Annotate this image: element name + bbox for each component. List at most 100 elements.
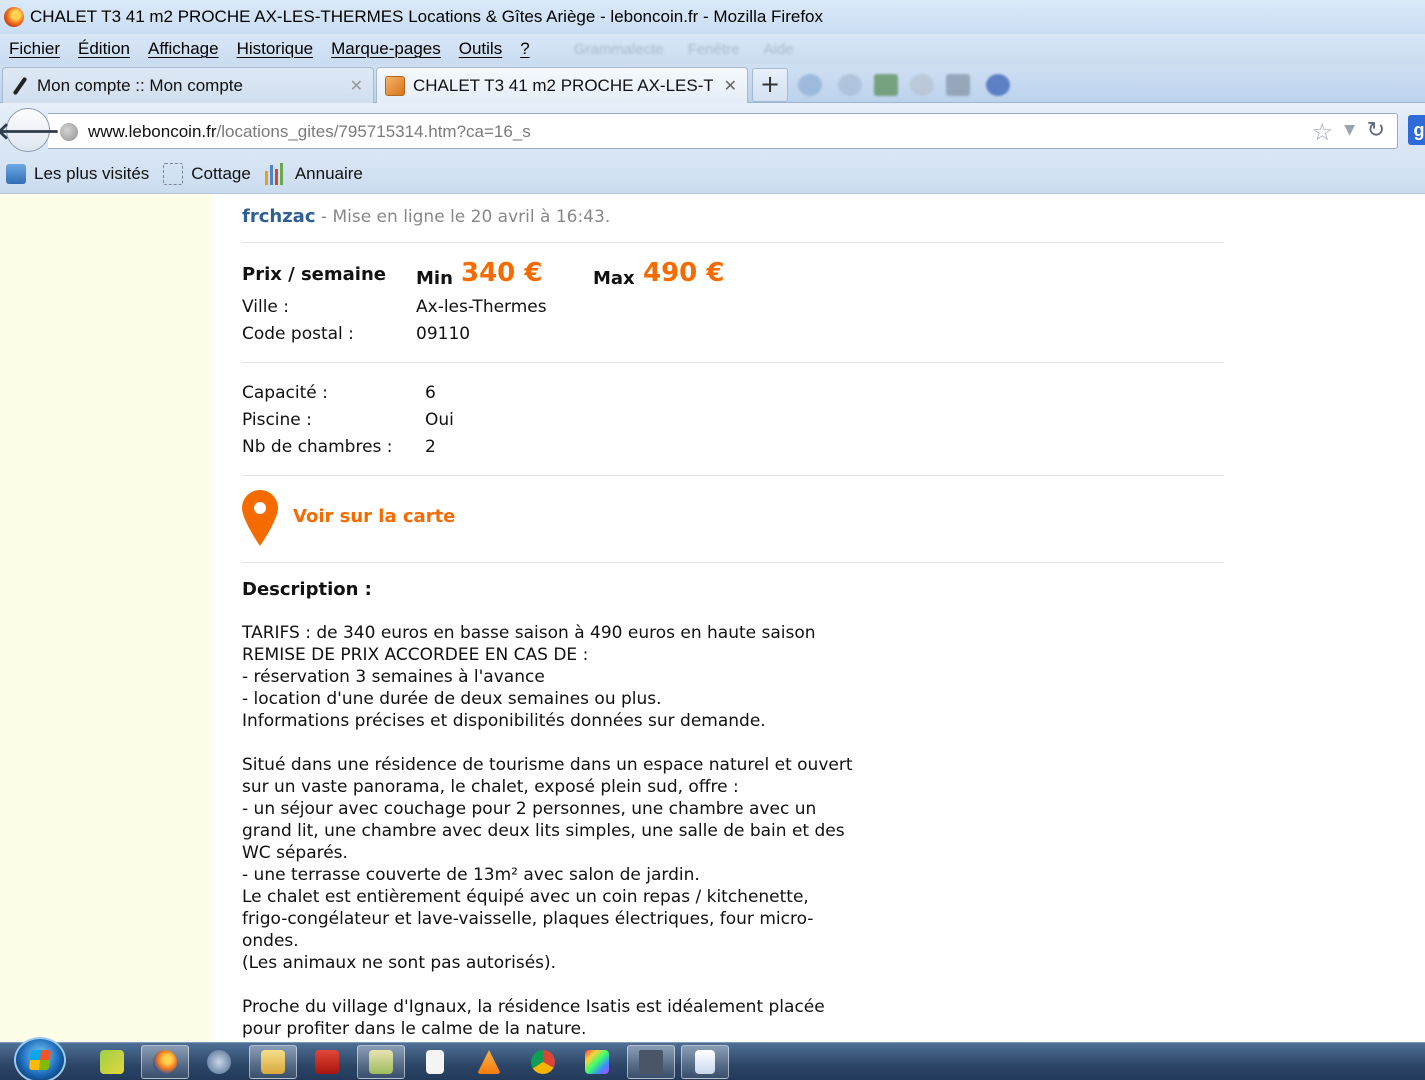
url-path: /locations_gites/795715314.htm?ca=16_s [216,122,531,141]
piscine-value: Oui [425,410,454,430]
color-tool-icon [585,1050,609,1074]
brush-extension-icon[interactable] [838,74,862,96]
description-line: frigo-congélateur et lave-vaisselle, pla… [242,909,814,929]
screen-extension-icon[interactable] [874,74,898,96]
url-bar[interactable]: www.leboncoin.fr/locations_gites/7957153… [48,113,1398,149]
globe-icon [60,123,78,141]
menu-faded-aide: Aide [763,40,794,58]
most-visited-icon [6,164,26,184]
taskbar-acrobat[interactable] [303,1045,351,1079]
description-line: Le chalet est entièrement équipé avec un… [242,887,809,907]
taskbar-document[interactable] [411,1045,459,1079]
description-body: TARIFS : de 340 euros en basse saison à … [242,622,902,1040]
chrome-icon [531,1050,555,1074]
map-pin-icon[interactable] [242,490,278,546]
taskbar-network-app[interactable] [88,1045,136,1079]
description-line: pour profiter dans le calme de la nature… [242,1019,587,1039]
url-domain: www.leboncoin.fr [88,122,217,141]
menu-historique[interactable]: Historique [237,39,314,59]
menu-outils[interactable]: Outils [459,39,502,59]
bookmarks-bar: Les plus visités Cottage Annuaire [0,155,1425,194]
capacite-label: Capacité : [242,383,328,403]
user-link[interactable]: frchzac [242,206,316,227]
capacite-value: 6 [425,383,436,403]
taskbar-contacts[interactable] [357,1045,405,1079]
chambres-label: Nb de chambres : [242,437,393,457]
bookmark-annuaire[interactable]: Annuaire [264,163,363,185]
close-icon[interactable]: ✕ [724,76,737,95]
description-line: TARIFS : de 340 euros en basse saison à … [242,623,816,643]
taskbar-color-tool[interactable] [573,1045,621,1079]
description-line: Informations précises et disponibilités … [242,711,766,731]
tab-bar: Mon compte :: Mon compte ✕ CHALET T3 41 … [0,64,1425,103]
menu-marque-pages[interactable]: Marque-pages [331,39,441,59]
view-map-link[interactable]: Voir sur la carte [293,506,455,527]
taskbar-explorer[interactable] [249,1045,297,1079]
bookmark-star-icon[interactable]: ☆ [1311,118,1333,146]
feather-icon [11,76,29,96]
tab-chalet[interactable]: CHALET T3 41 m2 PROCHE AX-LES-T... ✕ [376,67,748,103]
page-viewport: frchzac - Mise en ligne le 20 avril à 16… [0,194,1425,1042]
history-dropdown-icon[interactable]: ▼ [1344,122,1355,138]
description-line: REMISE DE PRIX ACCORDEE EN CAS DE : [242,645,589,665]
max-label: Max [593,268,635,289]
taskbar-twp[interactable] [627,1045,675,1079]
tab-label: CHALET T3 41 m2 PROCHE AX-LES-T... [413,75,713,95]
bookmark-label: Les plus visités [34,164,150,183]
taskbar-wordpad[interactable] [681,1045,729,1079]
tab-mon-compte[interactable]: Mon compte :: Mon compte ✕ [2,67,374,103]
description-title: Description : [242,579,372,600]
bookmark-label: Cottage [191,164,251,183]
description-line: - location d'une durée de deux semaines … [242,689,662,709]
description-line: Proche du village d'Ignaux, la résidence… [242,997,825,1017]
window-titlebar: CHALET T3 41 m2 PROCHE AX-LES-THERMES Lo… [0,0,1425,34]
description-line: - réservation 3 semaines à l'avance [242,667,545,687]
circle-extension-icon[interactable] [910,74,934,96]
ville-value: Ax-les-Thermes [416,297,547,317]
url-text[interactable]: www.leboncoin.fr/locations_gites/7957153… [88,122,531,142]
min-price: 340 € [461,258,543,288]
filter-extension-icon[interactable] [946,74,970,96]
taskbar-vlc[interactable] [465,1045,513,1079]
taskbar-network-places[interactable] [195,1045,243,1079]
reload-icon[interactable]: ↻ [1367,118,1385,143]
description-line [242,974,902,996]
document-icon [426,1050,444,1074]
menu-affichage[interactable]: Affichage [148,39,219,59]
description-line: WC séparés. [242,843,348,863]
menu-edition[interactable]: Édition [78,39,130,59]
contacts-icon [369,1050,393,1074]
menu-help[interactable]: ? [520,39,529,59]
search-engine-icon[interactable]: g [1408,115,1425,145]
divider [242,242,1224,243]
close-icon[interactable]: ✕ [350,76,363,95]
bookmark-cottage[interactable]: Cottage [163,163,251,185]
piscine-label: Piscine : [242,410,312,430]
listing-posted-line: frchzac - Mise en ligne le 20 avril à 16… [242,206,610,227]
tab-label: Mon compte :: Mon compte [37,75,243,95]
network-places-icon [207,1050,231,1074]
start-button[interactable] [14,1037,66,1080]
annuaire-icon [264,163,287,185]
pen-extension-icon[interactable] [798,74,822,96]
left-margin [0,194,212,1042]
min-label: Min [416,268,453,289]
taskbar-chrome[interactable] [519,1045,567,1079]
menu-fichier[interactable]: Fichier [9,39,60,59]
description-line: Situé dans une résidence de tourisme dan… [242,755,853,775]
menu-faded-fenetre: Fenêtre [687,40,740,58]
new-tab-button[interactable]: + [752,68,788,102]
bookmark-most-visited[interactable]: Les plus visités [6,164,149,184]
network-app-icon [100,1050,124,1074]
menu-bar: Fichier Édition Affichage Historique Mar… [0,34,1425,64]
price-label: Prix / semaine [242,264,386,285]
arrow-left-icon: 🡐 [0,116,61,145]
code-postal-value: 09110 [416,324,471,344]
help-extension-icon[interactable] [986,74,1010,96]
ville-label: Ville : [242,297,290,317]
description-line: sur un vaste panorama, le chalet, exposé… [242,777,739,797]
taskbar [0,1037,1425,1080]
taskbar-firefox[interactable] [141,1045,189,1079]
vlc-icon [477,1050,501,1074]
back-button[interactable]: 🡐 [0,108,60,152]
